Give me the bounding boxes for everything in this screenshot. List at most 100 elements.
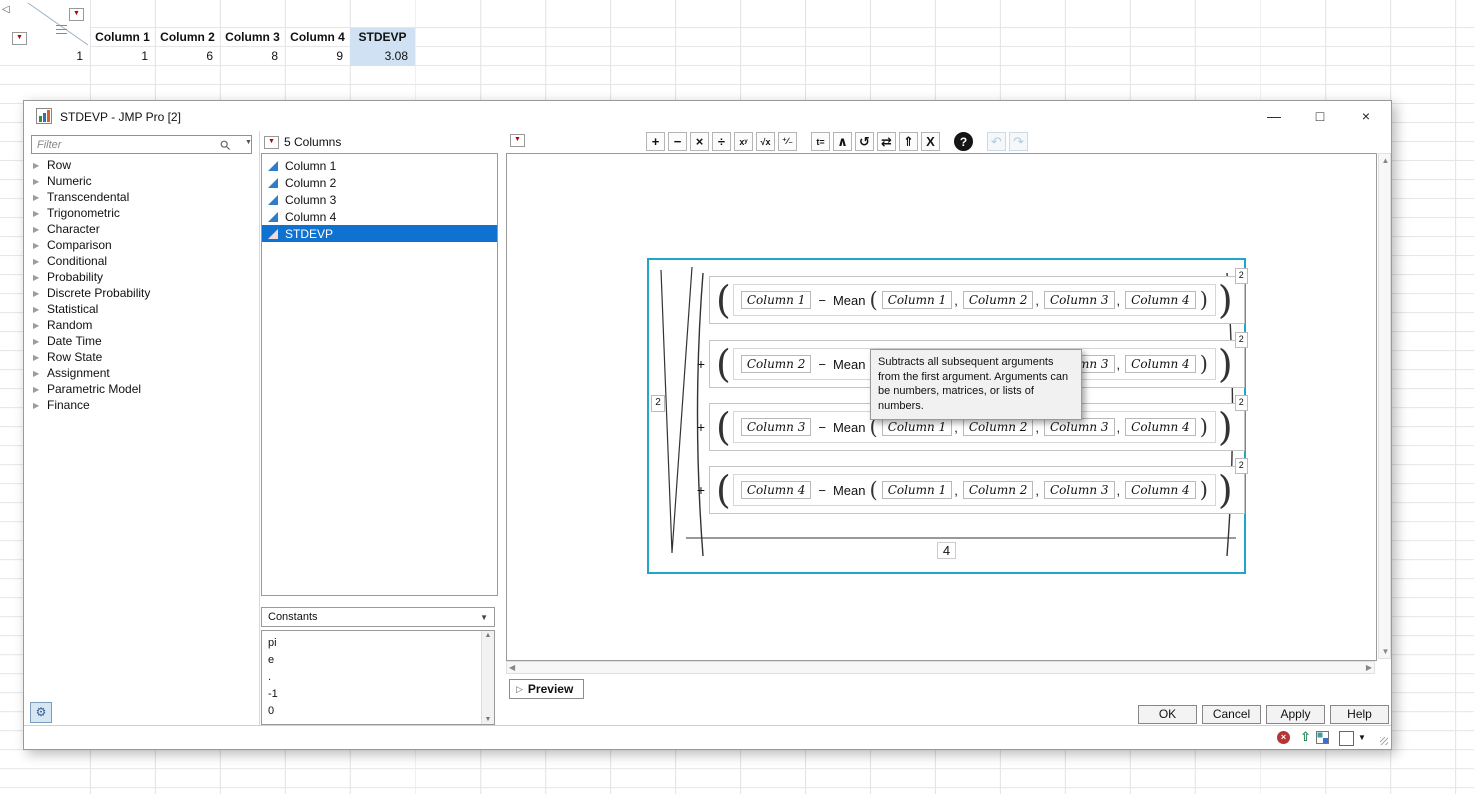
column-ref[interactable]: Column 2	[740, 355, 812, 373]
category-finance[interactable]: ▶ Finance	[33, 397, 150, 413]
disclosure-icon[interactable]: ▶	[33, 369, 47, 378]
resize-grip[interactable]	[1380, 737, 1388, 745]
close-button[interactable]: ×	[1343, 101, 1389, 131]
exponent-box[interactable]: 2	[1234, 395, 1248, 411]
squared-term[interactable]: ( Column 4 − Mean ( Column 1, Column 2, …	[709, 458, 1248, 514]
root-index[interactable]: 2	[651, 395, 665, 412]
insert-button[interactable]: ∧	[833, 132, 852, 151]
disclosure-icon[interactable]: ▶	[33, 193, 47, 202]
vertical-scrollbar[interactable]: ▲ ▼	[1378, 153, 1391, 659]
disclosure-icon[interactable]: ▶	[33, 177, 47, 186]
subtract-button[interactable]: −	[668, 132, 687, 151]
clear-errors-icon[interactable]: ×	[1277, 731, 1290, 744]
column-item[interactable]: Column 2	[262, 174, 497, 191]
scroll-up-icon[interactable]: ▲	[1380, 156, 1391, 165]
column-ref[interactable]: Column 3	[1044, 418, 1115, 436]
column-header[interactable]: Column 4	[285, 28, 350, 47]
formula-canvas[interactable]: 2 ( Column 1 − Mean ( Column 1, Column 2…	[506, 153, 1377, 661]
column-ref[interactable]: Column 2	[962, 481, 1034, 499]
column-ref[interactable]: Column 1	[881, 481, 953, 499]
preview-toggle[interactable]: ▷ Preview	[509, 679, 585, 699]
column-item[interactable]: Column 1	[262, 157, 497, 174]
table-menu-icon[interactable]: ▼	[69, 8, 84, 21]
cancel-button[interactable]: Cancel	[1202, 705, 1261, 724]
root-button[interactable]: √x	[756, 132, 775, 151]
ok-button[interactable]: OK	[1138, 705, 1197, 724]
disclosure-icon[interactable]: ▶	[33, 225, 47, 234]
disclosure-icon[interactable]: ▶	[33, 273, 47, 282]
category-comparison[interactable]: ▶ Comparison	[33, 237, 150, 253]
mean-function[interactable]: Mean	[833, 420, 866, 435]
category-row-state[interactable]: ▶ Row State	[33, 349, 150, 365]
category-parametric-model[interactable]: ▶ Parametric Model	[33, 381, 150, 397]
disclosure-icon[interactable]: ▶	[33, 385, 47, 394]
column-header[interactable]: Column 3	[220, 28, 285, 47]
exponent-box[interactable]: 2	[1234, 268, 1248, 284]
disclosure-icon[interactable]: ▶	[33, 401, 47, 410]
cell[interactable]: 1	[90, 47, 155, 66]
category-trigonometric[interactable]: ▶ Trigonometric	[33, 205, 150, 221]
cell[interactable]: 9	[285, 47, 350, 66]
horizontal-scrollbar[interactable]: ◀ ▶	[506, 661, 1375, 674]
local-variable-button[interactable]: t=	[811, 132, 830, 151]
help-button[interactable]: Help	[1330, 705, 1389, 724]
constant-item[interactable]: 0	[262, 703, 494, 720]
apply-button[interactable]: Apply	[1266, 705, 1325, 724]
column-ref[interactable]: Column 3	[1044, 481, 1115, 499]
columns-menu-icon[interactable]: ▼	[264, 135, 279, 149]
status-box-icon[interactable]	[1339, 731, 1354, 746]
collapse-panel-icon[interactable]: ◁	[2, 4, 10, 15]
squared-term[interactable]: ( Column 1 − Mean ( Column 1, Column 2, …	[709, 268, 1248, 324]
denominator[interactable]: 4	[936, 542, 957, 559]
peel-expression-button[interactable]: ⇑	[899, 132, 918, 151]
scroll-down-icon[interactable]: ▼	[1380, 647, 1391, 656]
maximize-button[interactable]: □	[1297, 101, 1343, 131]
formula-menu-icon[interactable]: ▼	[510, 134, 525, 147]
column-ref[interactable]: Column 1	[881, 291, 953, 309]
column-ref[interactable]: Column 4	[1125, 418, 1196, 436]
column-ref[interactable]: Column 2	[962, 291, 1034, 309]
category-character[interactable]: ▶ Character	[33, 221, 150, 237]
category-discrete-probability[interactable]: ▶ Discrete Probability	[33, 285, 150, 301]
column-ref[interactable]: Column 4	[1125, 355, 1196, 373]
undo-button[interactable]: ↶	[987, 132, 1006, 151]
constant-item[interactable]: .	[262, 669, 494, 686]
category-statistical[interactable]: ▶ Statistical	[33, 301, 150, 317]
column-item[interactable]: Column 3	[262, 191, 497, 208]
subtract-expression[interactable]: Column 4 − Mean ( Column 1, Column 2, Co…	[732, 474, 1216, 506]
disclosure-icon[interactable]: ▶	[33, 353, 47, 362]
column-header[interactable]: Column 1	[90, 28, 155, 47]
filter-input[interactable]	[31, 135, 252, 154]
scrollbar[interactable]: ▲ ▼	[481, 631, 494, 724]
column-ref[interactable]: Column 3	[740, 418, 812, 436]
add-button[interactable]: +	[646, 132, 665, 151]
sign-toggle-button[interactable]: ⁺∕₋	[778, 132, 797, 151]
exponent-box[interactable]: 2	[1234, 332, 1248, 348]
category-date-time[interactable]: ▶ Date Time	[33, 333, 150, 349]
disclosure-icon[interactable]: ▶	[33, 241, 47, 250]
constant-item[interactable]: e	[262, 652, 494, 669]
disclosure-icon[interactable]: ▶	[33, 305, 47, 314]
category-probability[interactable]: ▶ Probability	[33, 269, 150, 285]
column-ref[interactable]: Column 1	[881, 418, 953, 436]
category-row[interactable]: ▶ Row	[33, 157, 150, 173]
column-header[interactable]: Column 2	[155, 28, 220, 47]
disclosure-icon[interactable]: ▶	[33, 289, 47, 298]
formula-selection-box[interactable]: 2 ( Column 1 − Mean ( Column 1, Column 2…	[647, 258, 1248, 574]
row-number[interactable]: 1	[25, 47, 90, 66]
column-header-selected[interactable]: STDEVP	[350, 28, 415, 47]
divide-button[interactable]: ÷	[712, 132, 731, 151]
constant-item[interactable]: pi	[262, 635, 494, 652]
category-conditional[interactable]: ▶ Conditional	[33, 253, 150, 269]
disclosure-icon[interactable]: ▶	[33, 321, 47, 330]
cell[interactable]: 8	[220, 47, 285, 66]
column-item-selected[interactable]: STDEVP	[262, 225, 497, 242]
switch-terms-button[interactable]: ⇄	[877, 132, 896, 151]
disclosure-icon[interactable]: ▶	[33, 337, 47, 346]
rows-menu-icon[interactable]: ▼	[12, 32, 27, 45]
multiply-button[interactable]: ×	[690, 132, 709, 151]
power-button[interactable]: xʸ	[734, 132, 753, 151]
disclosure-icon[interactable]: ▶	[33, 257, 47, 266]
scroll-left-icon[interactable]: ◀	[509, 663, 515, 672]
settings-gear-button[interactable]: ⚙	[30, 702, 52, 723]
